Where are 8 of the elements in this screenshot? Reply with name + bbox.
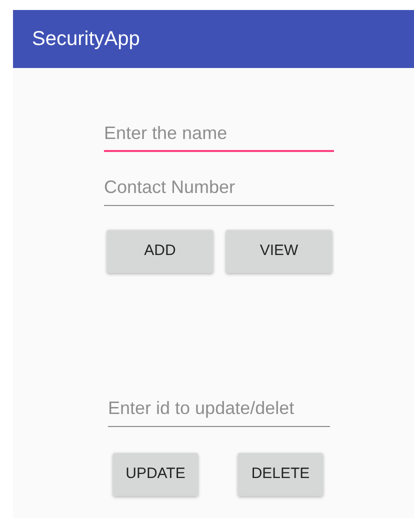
text-field[interactable]: Enter id to update/delet: [108, 391, 330, 427]
action-button[interactable]: UPDATE: [113, 453, 198, 496]
text-field[interactable]: Enter the name: [104, 116, 334, 152]
app-title: SecurityApp: [32, 27, 140, 52]
action-button[interactable]: ADD: [107, 230, 213, 273]
action-button[interactable]: DELETE: [238, 453, 323, 496]
text-field[interactable]: Contact Number: [104, 170, 334, 206]
action-button[interactable]: VIEW: [226, 230, 332, 273]
